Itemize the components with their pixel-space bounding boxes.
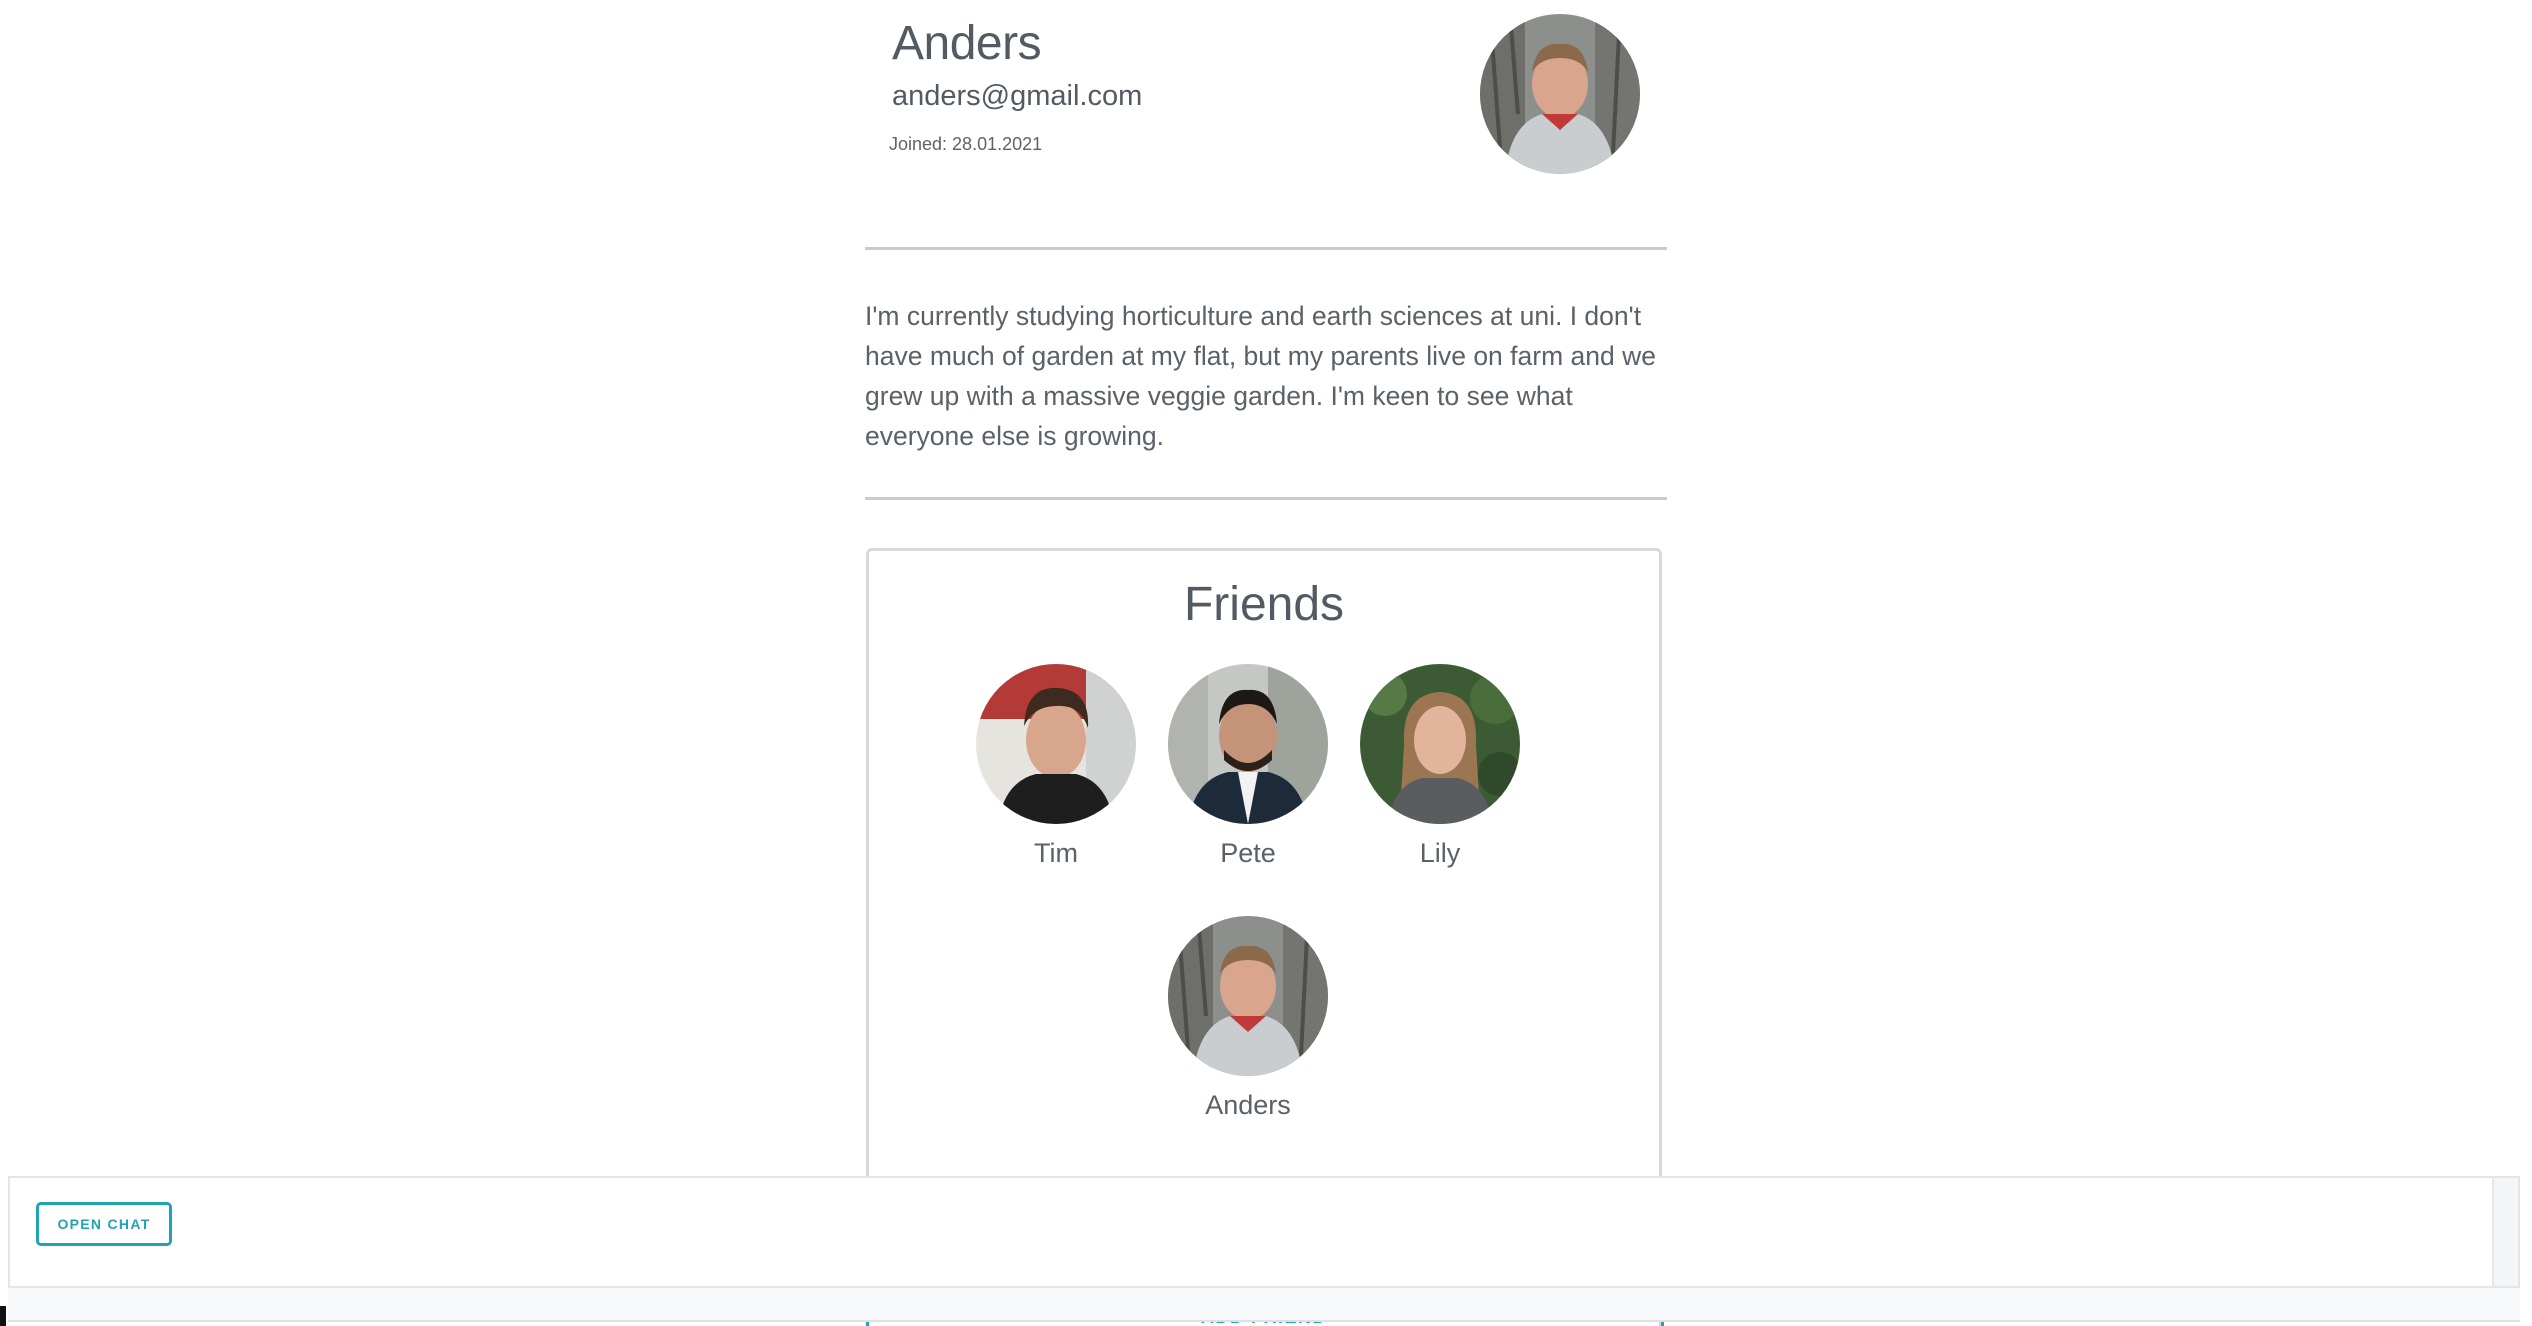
window-edge bbox=[0, 1306, 6, 1326]
profile-page: Anders anders@gmail.com Joined: 28.01.20… bbox=[0, 0, 2532, 1326]
friend-avatar[interactable] bbox=[1168, 916, 1328, 1076]
friend-avatar[interactable] bbox=[976, 664, 1136, 824]
chat-bar-footer bbox=[8, 1286, 2520, 1322]
profile-header: Anders anders@gmail.com Joined: 28.01.20… bbox=[865, 0, 1667, 248]
friend-avatar[interactable] bbox=[1360, 664, 1520, 824]
friend-name: Lily bbox=[1419, 838, 1461, 868]
friend-item-lily[interactable]: Lily bbox=[1350, 664, 1530, 869]
friend-name: Anders bbox=[1205, 1090, 1291, 1120]
friend-item-pete[interactable]: Pete bbox=[1158, 664, 1338, 869]
friend-item-anders[interactable]: Anders bbox=[1158, 916, 1338, 1121]
profile-joined-date: Joined: 28.01.2021 bbox=[889, 134, 1043, 154]
friend-name: Pete bbox=[1220, 838, 1276, 868]
bio-divider bbox=[865, 497, 1667, 500]
profile-email: anders@gmail.com bbox=[892, 80, 1143, 112]
profile-avatar bbox=[1480, 14, 1640, 174]
friend-name: Tim bbox=[1034, 838, 1078, 868]
friend-item-tim[interactable]: Tim bbox=[966, 664, 1146, 869]
profile-name: Anders bbox=[892, 17, 1042, 70]
friend-avatar[interactable] bbox=[1168, 664, 1328, 824]
header-divider bbox=[865, 247, 1667, 250]
friends-title: Friends bbox=[1183, 578, 1345, 631]
chat-bar: OPEN CHAT bbox=[8, 1176, 2520, 1288]
chat-scrollbar[interactable] bbox=[2492, 1178, 2518, 1286]
open-chat-button[interactable]: OPEN CHAT bbox=[36, 1202, 172, 1246]
profile-bio: I'm currently studying horticulture and … bbox=[865, 301, 1656, 451]
